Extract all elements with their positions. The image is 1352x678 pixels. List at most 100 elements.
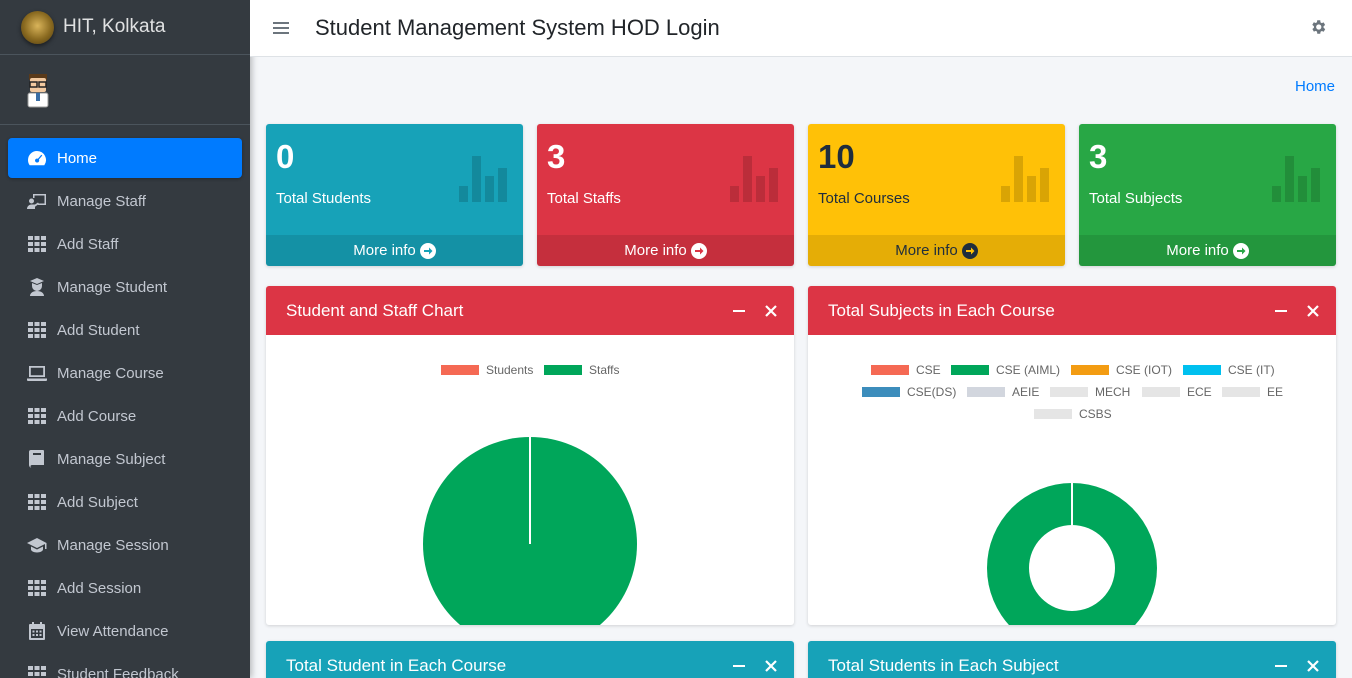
arrow-circle-right-icon xyxy=(419,242,436,259)
card-tools xyxy=(1275,286,1319,335)
close-icon[interactable] xyxy=(1307,304,1319,317)
card-title: Student and Staff Chart xyxy=(286,300,464,320)
stat-value: 0 xyxy=(276,138,295,175)
card-tools xyxy=(733,641,777,678)
card-title: Total Subjects in Each Course xyxy=(828,300,1055,320)
doughnut-chart xyxy=(987,483,1157,625)
sidebar-item-label: Manage Session xyxy=(57,536,169,554)
card-subjects-per-course: Total Subjects in Each Course CSE CSE (AI… xyxy=(808,286,1336,625)
arrow-circle-right-icon xyxy=(690,242,707,259)
sidebar-item-add-session[interactable]: Add Session xyxy=(8,568,242,608)
sidebar-item-label: Add Subject xyxy=(57,493,138,511)
stat-value: 3 xyxy=(547,138,566,175)
sidebar-item-manage-course[interactable]: Manage Course xyxy=(8,353,242,393)
more-info-label: More info xyxy=(353,242,416,259)
more-info-link[interactable]: More info xyxy=(537,235,794,266)
stat-value: 10 xyxy=(818,138,855,175)
more-info-link[interactable]: More info xyxy=(808,235,1065,266)
user-avatar[interactable] xyxy=(24,72,52,108)
grid-icon xyxy=(26,578,48,598)
close-icon[interactable] xyxy=(1307,659,1319,672)
sidebar-item-label: Manage Subject xyxy=(57,450,166,468)
card-student-staff-chart: Student and Staff Chart Students Staffs xyxy=(266,286,794,625)
collapse-icon[interactable] xyxy=(733,664,745,667)
collapse-icon[interactable] xyxy=(733,309,745,312)
book-icon xyxy=(26,449,48,469)
sidebar-item-add-staff[interactable]: Add Staff xyxy=(8,224,242,264)
more-info-label: More info xyxy=(1166,242,1229,259)
stat-box-staffs: 3 Total Staffs More info xyxy=(537,124,794,266)
graduation-cap-icon xyxy=(26,535,48,555)
laptop-icon xyxy=(26,363,48,383)
card-header: Total Student in Each Course xyxy=(266,641,794,678)
breadcrumb-home[interactable]: Home xyxy=(1295,78,1335,95)
page-title: Student Management System HOD Login xyxy=(315,15,720,40)
card-header: Total Subjects in Each Course xyxy=(808,286,1336,335)
bar-chart-icon xyxy=(730,156,778,202)
sidebar-item-add-course[interactable]: Add Course xyxy=(8,396,242,436)
gear-icon[interactable] xyxy=(1309,18,1327,36)
card-tools xyxy=(1275,641,1319,678)
card-title: Total Student in Each Course xyxy=(286,655,507,675)
sidebar-item-add-student[interactable]: Add Student xyxy=(8,310,242,350)
more-info-link[interactable]: More info xyxy=(1079,235,1336,266)
card-tools xyxy=(733,286,777,335)
sidebar-item-label: Add Course xyxy=(57,407,137,425)
sidebar-item-home[interactable]: Home xyxy=(8,138,242,178)
close-icon[interactable] xyxy=(765,659,777,672)
stat-box-students: 0 Total Students More info xyxy=(266,124,523,266)
brand-link[interactable]: HIT, Kolkata xyxy=(0,0,250,55)
tachometer-icon xyxy=(26,148,48,168)
more-info-link[interactable]: More info xyxy=(266,235,523,266)
more-info-label: More info xyxy=(895,242,958,259)
card-students-per-subject: Total Students in Each Subject xyxy=(808,641,1336,678)
grid-icon xyxy=(26,664,48,678)
sidebar-item-label: Student Feedback xyxy=(57,665,179,678)
sidebar-item-label: Home xyxy=(57,149,98,167)
brand-name: HIT, Kolkata xyxy=(63,16,166,37)
stat-box-courses: 10 Total Courses More info xyxy=(808,124,1065,266)
sidebar-item-student-feedback[interactable]: Student Feedback xyxy=(8,654,242,678)
stat-label: Total Subjects xyxy=(1089,190,1183,207)
grid-icon xyxy=(26,406,48,426)
sidebar-item-label: Add Student xyxy=(57,321,140,339)
collapse-icon[interactable] xyxy=(1275,309,1287,312)
sidebar-item-label: Manage Staff xyxy=(57,192,146,210)
doughnut-hole xyxy=(1029,525,1115,611)
top-navbar: Student Management System HOD Login xyxy=(250,0,1352,57)
grid-icon xyxy=(26,320,48,340)
sidebar-item-label: View Attendance xyxy=(57,622,169,640)
sidebar-item-add-subject[interactable]: Add Subject xyxy=(8,482,242,522)
arrow-circle-right-icon xyxy=(961,242,978,259)
arrow-circle-right-icon xyxy=(1232,242,1249,259)
college-logo xyxy=(21,10,54,44)
pie-chart xyxy=(423,437,637,625)
card-header: Total Students in Each Subject xyxy=(808,641,1336,678)
card-header: Student and Staff Chart xyxy=(266,286,794,335)
sidebar-item-manage-session[interactable]: Manage Session xyxy=(8,525,242,565)
sidebar-item-label: Manage Course xyxy=(57,364,164,382)
sidebar-item-manage-staff[interactable]: Manage Staff xyxy=(8,181,242,221)
stat-label: Total Students xyxy=(276,190,372,207)
card-title: Total Students in Each Subject xyxy=(828,655,1059,675)
bar-chart-icon xyxy=(1001,156,1049,202)
sidebar-item-manage-student[interactable]: Manage Student xyxy=(8,267,242,307)
sidebar-nav: Home Manage Staff Add Staff Manage Stude… xyxy=(0,125,250,678)
user-panel xyxy=(0,55,250,125)
menu-toggle-icon[interactable] xyxy=(273,21,289,35)
bar-chart-icon xyxy=(459,156,507,202)
bar-chart-icon xyxy=(1272,156,1320,202)
stat-box-subjects: 3 Total Subjects More info xyxy=(1079,124,1336,266)
close-icon[interactable] xyxy=(765,304,777,317)
stat-label: Total Courses xyxy=(818,190,910,207)
sidebar: HIT, Kolkata Home Manage Staff Add Staff… xyxy=(0,0,250,678)
grid-icon xyxy=(26,492,48,512)
sidebar-item-manage-subject[interactable]: Manage Subject xyxy=(8,439,242,479)
stat-label: Total Staffs xyxy=(547,190,621,207)
user-graduate-icon xyxy=(26,277,48,297)
collapse-icon[interactable] xyxy=(1275,664,1287,667)
sidebar-item-label: Manage Student xyxy=(57,278,168,296)
calendar-icon xyxy=(26,621,48,641)
sidebar-item-view-attendance[interactable]: View Attendance xyxy=(8,611,242,651)
grid-icon xyxy=(26,234,48,254)
